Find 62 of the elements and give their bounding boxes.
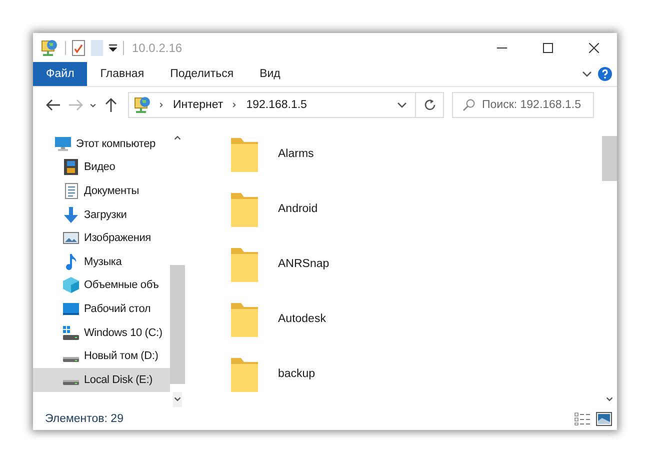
nav-item[interactable]: Изображения xyxy=(33,226,170,250)
back-arrow-icon[interactable] xyxy=(46,99,60,111)
dropdown-icon[interactable] xyxy=(109,44,117,52)
music-note-icon xyxy=(65,254,77,270)
large-icons-view-icon[interactable] xyxy=(596,412,612,426)
window-title: 10.0.2.16 xyxy=(132,40,182,54)
drive-icon xyxy=(63,380,79,386)
close-icon xyxy=(589,42,599,52)
drive-icon xyxy=(63,356,79,362)
scroll-up-icon[interactable] xyxy=(173,133,182,142)
nav-item[interactable]: Local Disk (E:) xyxy=(33,368,170,392)
ribbon-tab[interactable]: Файл xyxy=(33,62,88,86)
item-count: Элементов: 29 xyxy=(45,412,124,424)
nav-item[interactable]: Рабочий стол xyxy=(33,297,170,321)
desktop-icon xyxy=(63,302,79,315)
properties-icon[interactable] xyxy=(72,40,85,56)
nav-item[interactable]: Загрузки xyxy=(33,202,170,226)
folder-name[interactable]: Android xyxy=(278,203,318,215)
folder-name[interactable]: backup xyxy=(278,368,316,380)
system-drive-icon xyxy=(63,326,79,340)
search-placeholder: Поиск: 192.168.1.5 xyxy=(482,99,582,111)
search-field[interactable]: Поиск: 192.168.1.5 xyxy=(452,92,594,118)
down-arrow-icon xyxy=(63,206,79,223)
folder-name[interactable]: Autodesk xyxy=(278,313,326,325)
nav-item[interactable]: Документы xyxy=(33,179,170,203)
breadcrumb-separator-icon[interactable] xyxy=(158,100,165,110)
breadcrumb[interactable]: Интернет xyxy=(173,99,224,111)
refresh-icon xyxy=(424,99,436,111)
nav-item[interactable]: Объемные объ xyxy=(33,274,170,298)
scroll-down-icon[interactable] xyxy=(605,395,614,404)
nav-item[interactable]: Новый том (D:) xyxy=(33,344,170,368)
nav-item[interactable]: Этот компьютер xyxy=(33,132,170,156)
address-bar[interactable]: Интернет 192.168.1.5 xyxy=(128,92,416,118)
network-globe-icon xyxy=(41,38,59,56)
breadcrumb[interactable]: 192.168.1.5 xyxy=(246,99,307,111)
ribbon-tab[interactable]: Вид xyxy=(246,62,294,86)
nav-item[interactable]: Windows 10 (C:) xyxy=(33,320,170,344)
scroll-thumb[interactable] xyxy=(602,136,617,181)
maximize-icon xyxy=(543,42,553,52)
picture-icon xyxy=(63,232,79,244)
film-icon xyxy=(64,159,78,176)
document-icon xyxy=(64,182,78,199)
folder-name[interactable]: Alarms xyxy=(278,148,314,160)
recent-caret-icon[interactable] xyxy=(89,101,97,109)
ribbon-tab[interactable]: Главная xyxy=(87,62,158,86)
scroll-thumb[interactable] xyxy=(170,264,185,384)
nav-item[interactable]: Видео xyxy=(33,156,170,180)
address-caret-icon[interactable] xyxy=(397,100,407,110)
monitor-icon xyxy=(55,136,71,151)
scroll-down-icon[interactable] xyxy=(173,395,182,404)
search-icon xyxy=(463,99,475,111)
network-globe-icon xyxy=(134,96,152,114)
up-arrow-icon[interactable] xyxy=(104,98,116,112)
breadcrumb-separator-icon[interactable] xyxy=(231,100,238,110)
cube-icon xyxy=(63,277,79,294)
expand-ribbon-icon[interactable] xyxy=(582,69,592,79)
ribbon-tab[interactable]: Поделиться xyxy=(157,62,247,86)
folder-name[interactable]: ANRSnap xyxy=(278,258,330,270)
details-view-icon[interactable] xyxy=(574,412,590,426)
refresh-button[interactable] xyxy=(416,92,444,118)
nav-item[interactable]: Музыка xyxy=(33,250,170,274)
help-icon[interactable] xyxy=(598,67,612,81)
